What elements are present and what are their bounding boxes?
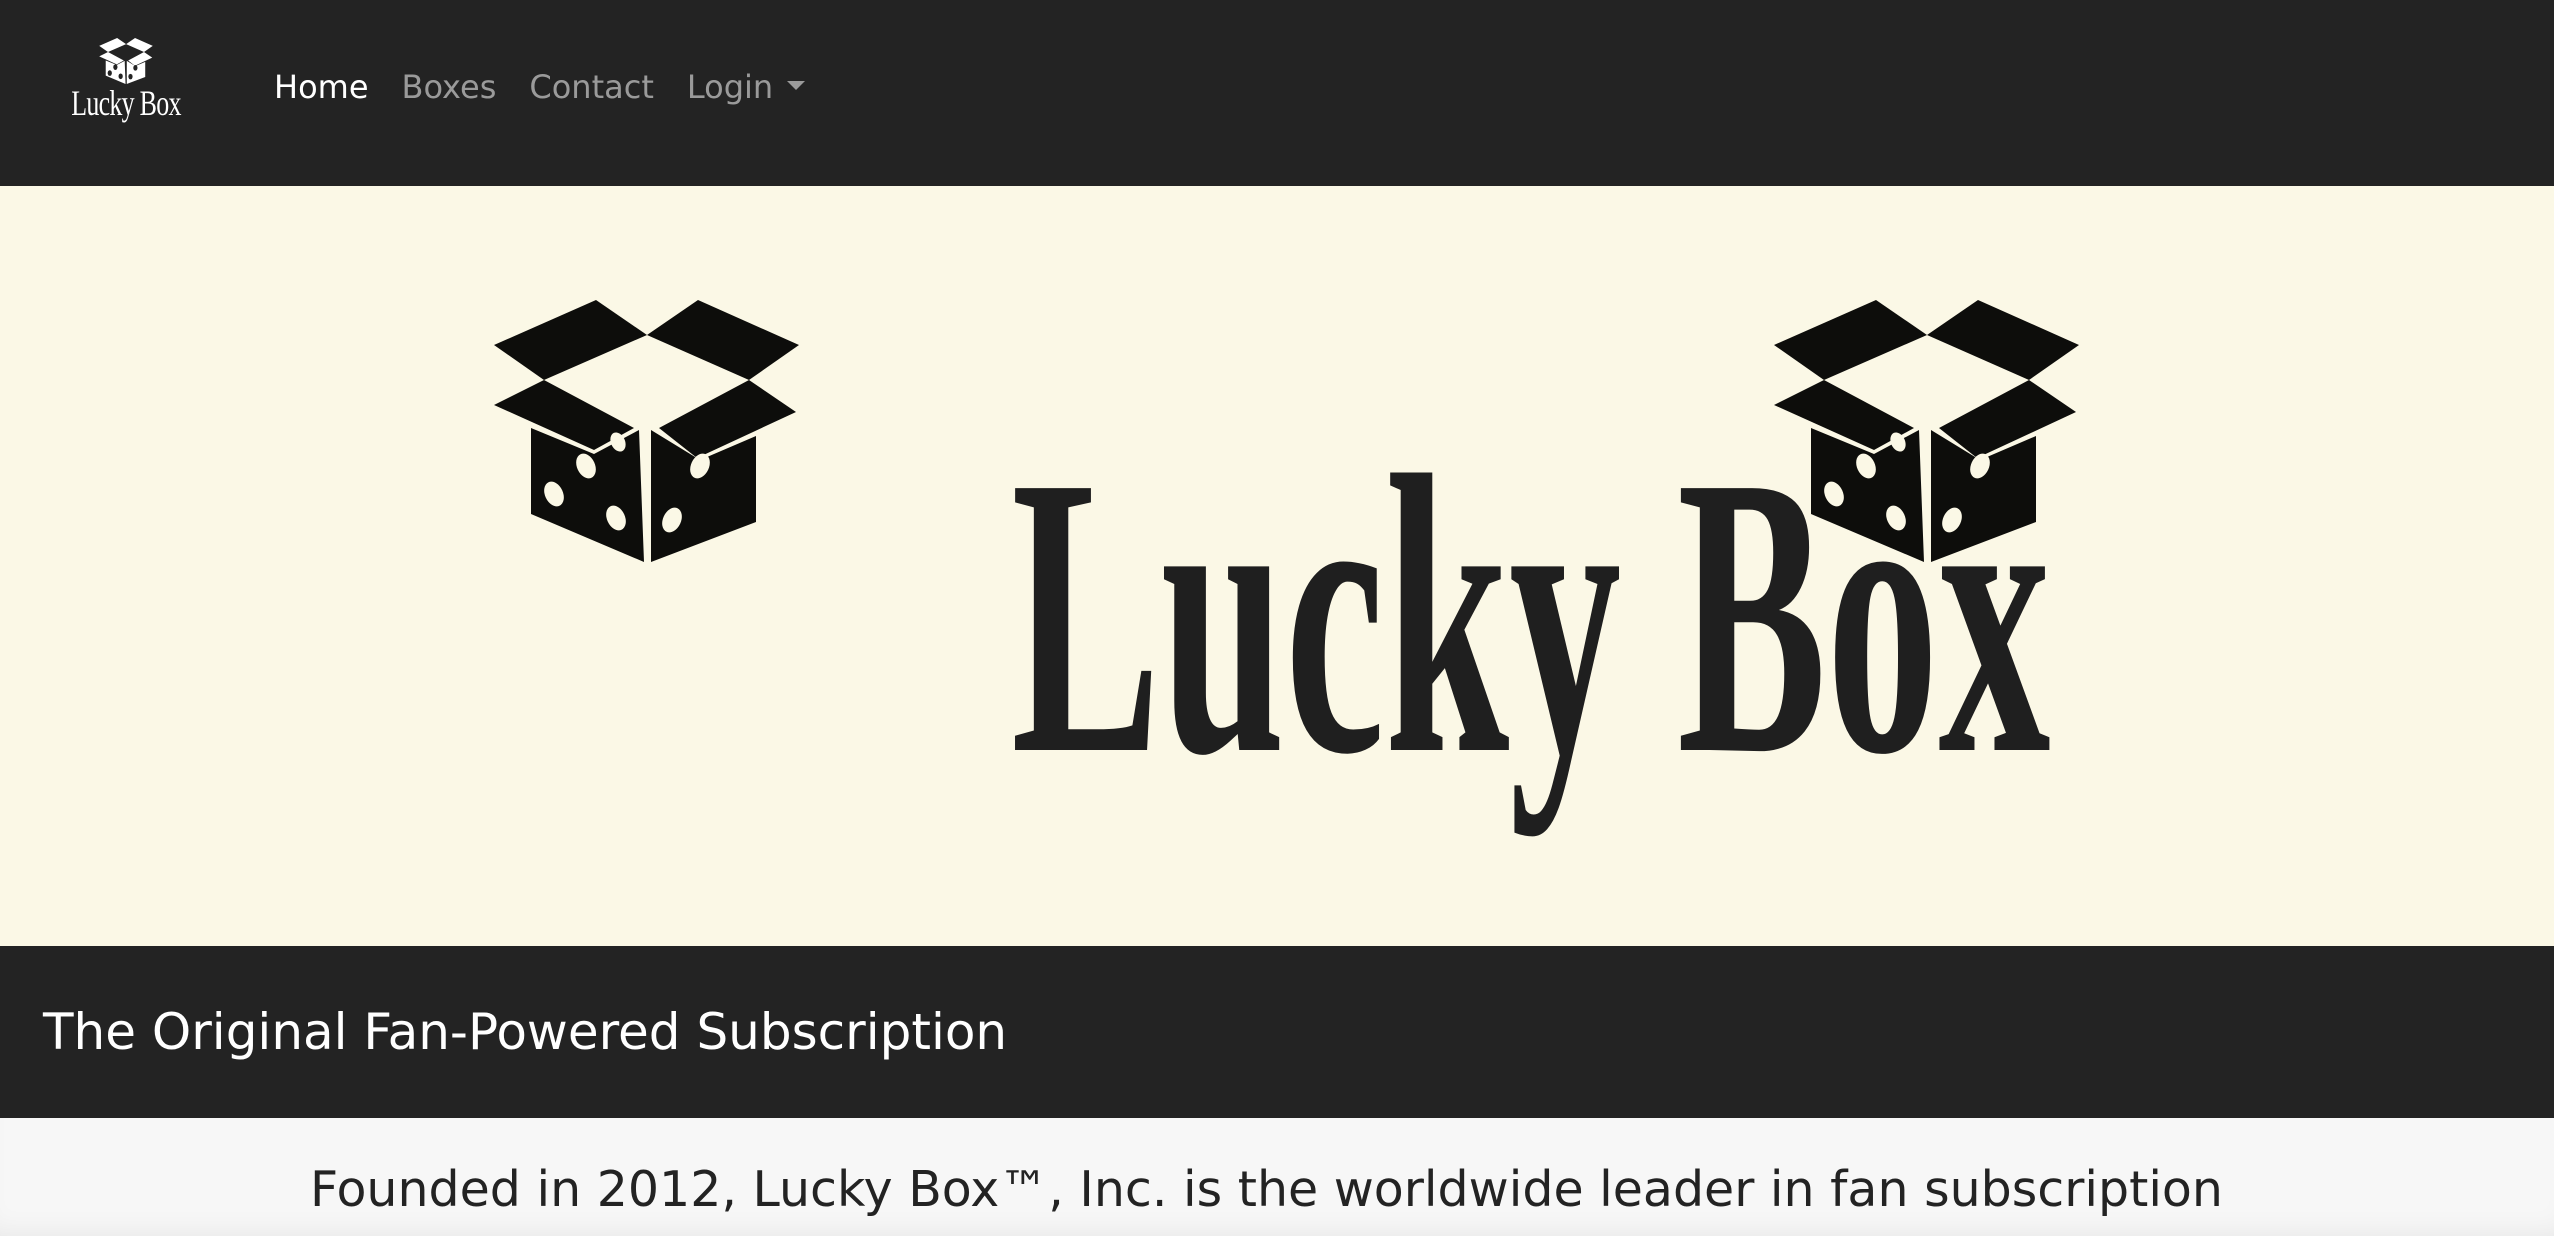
hero-banner: Lucky Box [0,186,2554,946]
about-section: Founded in 2012, Lucky Box™, Inc. is the… [0,1118,2554,1236]
main-nav: Home Boxes Contact Login [274,62,838,112]
nav-dropdown-login[interactable]: Login [686,62,806,112]
open-box-dice-icon [494,300,799,562]
hero-title: Lucky Box [1011,394,2051,837]
open-box-dice-icon [99,38,153,84]
nav-link-home[interactable]: Home [274,62,369,112]
brand-logo-link[interactable]: Lucky Box [70,38,182,128]
nav-link-contact[interactable]: Contact [529,62,654,112]
about-text: Founded in 2012, Lucky Box™, Inc. is the… [310,1161,2223,1218]
top-navbar: Lucky Box Home Boxes Contact Login [0,0,2554,186]
tagline-text: The Original Fan-Powered Subscription [43,1003,1008,1061]
open-box-dice-icon [1774,300,2079,562]
nav-link-boxes[interactable]: Boxes [402,62,497,112]
caret-down-icon [787,80,806,90]
brand-text: Lucky Box [71,83,181,123]
tagline-bar: The Original Fan-Powered Subscription [0,946,2554,1118]
nav-dropdown-login-label: Login [686,68,774,106]
